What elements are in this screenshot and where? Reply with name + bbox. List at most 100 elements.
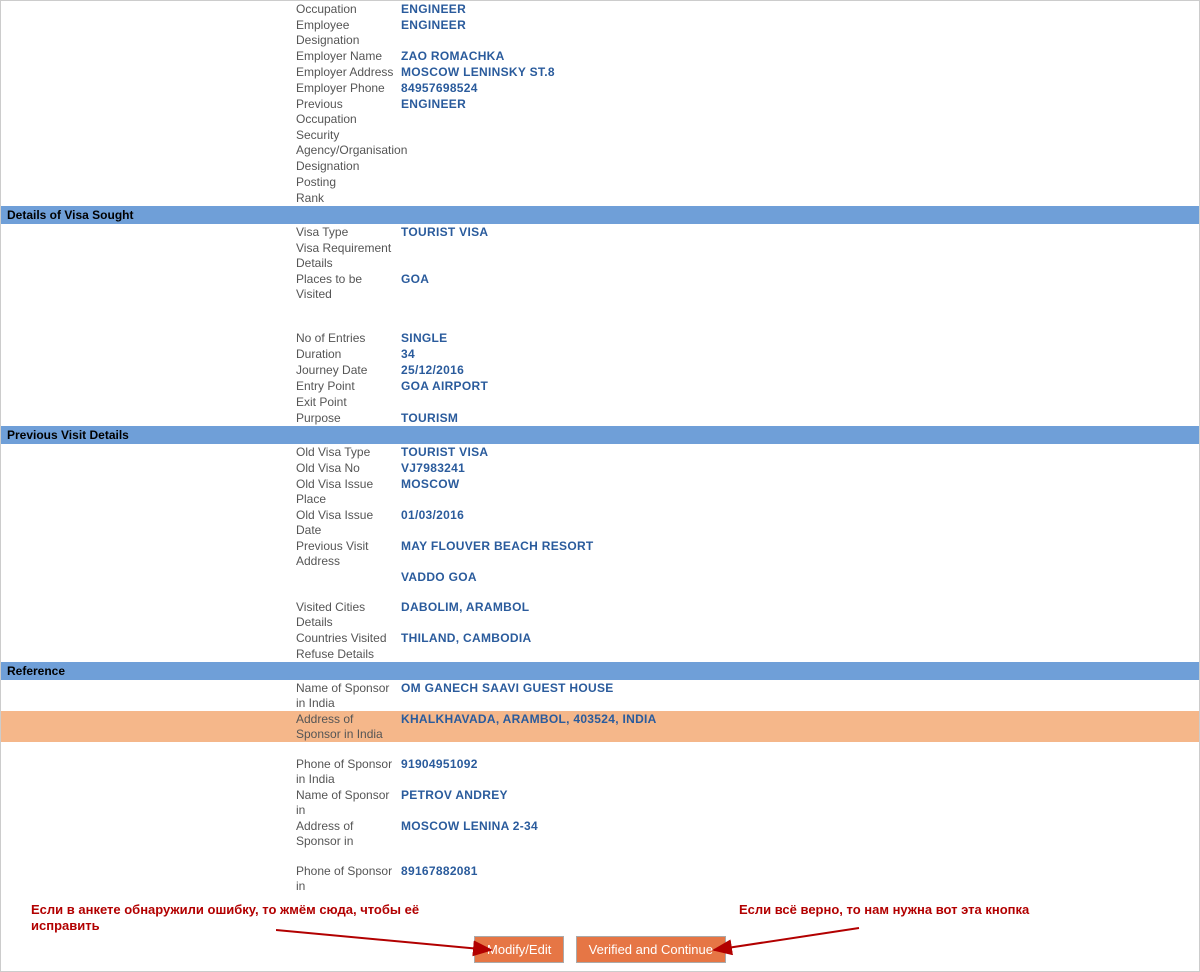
verified-continue-button[interactable]: Verified and Continue xyxy=(576,936,726,963)
field-label: Employer Name xyxy=(1,49,401,64)
field-label xyxy=(1,570,401,585)
form-row: Old Visa NoVJ7983241 xyxy=(1,460,1199,476)
field-value: KHALKHAVADA, ARAMBOL, 403524, INDIA xyxy=(401,712,657,742)
modify-edit-button[interactable]: Modify/Edit xyxy=(474,936,564,963)
field-value: 91904951092 xyxy=(401,757,478,787)
field-label: Visa Requirement Details xyxy=(1,241,401,271)
field-label: Journey Date xyxy=(1,363,401,378)
form-row: Duration34 xyxy=(1,346,1199,362)
field-label: Employer Phone xyxy=(1,81,401,96)
field-value: MOSCOW LENINA 2-34 xyxy=(401,819,538,849)
field-label: Visited Cities Details xyxy=(1,600,401,630)
field-label: Old Visa No xyxy=(1,461,401,476)
field-value: 01/03/2016 xyxy=(401,508,464,538)
field-label: Address of Sponsor in xyxy=(1,819,401,849)
field-label: Phone of Sponsor in xyxy=(1,864,401,894)
form-row: Visa Requirement Details xyxy=(1,240,1199,271)
field-label: Visa Type xyxy=(1,225,401,240)
form-row: Name of Sponsor inPETROV ANDREY xyxy=(1,787,1199,818)
field-value: 34 xyxy=(401,347,415,362)
previous-block-1: Old Visa TypeTOURIST VISAOld Visa NoVJ79… xyxy=(1,444,1199,585)
field-value: 89167882081 xyxy=(401,864,478,894)
form-row: Address of Sponsor inMOSCOW LENINA 2-34 xyxy=(1,818,1199,849)
field-value: VJ7983241 xyxy=(401,461,465,476)
button-row: Если в анкете обнаружили ошибку, то жмём… xyxy=(1,932,1199,971)
reference-block-3: Phone of Sponsor in89167882081 xyxy=(1,863,1199,894)
form-row: OccupationENGINEER xyxy=(1,1,1199,17)
form-row: Old Visa Issue Date01/03/2016 xyxy=(1,507,1199,538)
field-label: Posting xyxy=(1,175,401,190)
field-value: MOSCOW LENINSKY ST.8 xyxy=(401,65,555,80)
form-row: Visited Cities DetailsDABOLIM, ARAMBOL xyxy=(1,599,1199,630)
form-row: Exit Point xyxy=(1,394,1199,410)
form-row: Phone of Sponsor in89167882081 xyxy=(1,863,1199,894)
field-value: TOURISM xyxy=(401,411,458,426)
form-row: Entry PointGOA AIRPORT xyxy=(1,378,1199,394)
form-row: Employer AddressMOSCOW LENINSKY ST.8 xyxy=(1,64,1199,80)
field-value: ENGINEER xyxy=(401,2,466,17)
form-row: VADDO GOA xyxy=(1,569,1199,585)
field-label: Purpose xyxy=(1,411,401,426)
section-header-previous: Previous Visit Details xyxy=(1,426,1199,444)
form-row: Designation xyxy=(1,158,1199,174)
field-value: 84957698524 xyxy=(401,81,478,96)
field-value: TOURIST VISA xyxy=(401,445,488,460)
form-row: Employer NameZAO ROMACHKA xyxy=(1,48,1199,64)
visa-block-2: No of EntriesSINGLEDuration34Journey Dat… xyxy=(1,330,1199,426)
field-value: SINGLE xyxy=(401,331,447,346)
form-row: Rank xyxy=(1,190,1199,206)
field-value: THILAND, CAMBODIA xyxy=(401,631,531,646)
field-label: Phone of Sponsor in India xyxy=(1,757,401,787)
visa-block-1: Visa TypeTOURIST VISAVisa Requirement De… xyxy=(1,224,1199,302)
annotation-left: Если в анкете обнаружили ошибку, то жмём… xyxy=(31,902,451,934)
field-value: 25/12/2016 xyxy=(401,363,464,378)
form-row: Address of Sponsor in IndiaKHALKHAVADA, … xyxy=(1,711,1199,742)
field-label: Refuse Details xyxy=(1,647,401,662)
field-label: Old Visa Issue Date xyxy=(1,508,401,538)
form-row: No of EntriesSINGLE xyxy=(1,330,1199,346)
field-label: Duration xyxy=(1,347,401,362)
field-label: Designation xyxy=(1,159,401,174)
reference-block-1: Name of Sponsor in IndiaOM GANECH SAAVI … xyxy=(1,680,1199,742)
field-value: DABOLIM, ARAMBOL xyxy=(401,600,529,630)
field-value: GOA xyxy=(401,272,429,302)
form-row: Employer Phone84957698524 xyxy=(1,80,1199,96)
field-label: Name of Sponsor in India xyxy=(1,681,401,711)
field-label: Countries Visited xyxy=(1,631,401,646)
field-label: Employee Designation xyxy=(1,18,401,48)
section-header-visa: Details of Visa Sought xyxy=(1,206,1199,224)
field-value: ENGINEER xyxy=(401,18,466,48)
form-row: Posting xyxy=(1,174,1199,190)
field-value: VADDO GOA xyxy=(401,570,477,585)
field-label: Name of Sponsor in xyxy=(1,788,401,818)
form-row: Places to be VisitedGOA xyxy=(1,271,1199,302)
form-row: Security Agency/Organisation xyxy=(1,127,1199,158)
field-label: Entry Point xyxy=(1,379,401,394)
field-label: Places to be Visited xyxy=(1,272,401,302)
form-row: Old Visa TypeTOURIST VISA xyxy=(1,444,1199,460)
field-label: Previous Occupation xyxy=(1,97,401,127)
field-label: Employer Address xyxy=(1,65,401,80)
form-row: Previous OccupationENGINEER xyxy=(1,96,1199,127)
form-row: Journey Date25/12/2016 xyxy=(1,362,1199,378)
annotation-right: Если всё верно, то нам нужна вот эта кно… xyxy=(739,902,1089,918)
form-row: Employee DesignationENGINEER xyxy=(1,17,1199,48)
field-value: MAY FLOUVER BEACH RESORT xyxy=(401,539,594,569)
field-label: Previous Visit Address xyxy=(1,539,401,569)
field-label: Exit Point xyxy=(1,395,401,410)
form-row: Phone of Sponsor in India91904951092 xyxy=(1,756,1199,787)
form-row: PurposeTOURISM xyxy=(1,410,1199,426)
reference-block-2: Phone of Sponsor in India91904951092Name… xyxy=(1,756,1199,849)
form-row: Visa TypeTOURIST VISA xyxy=(1,224,1199,240)
form-row: Refuse Details xyxy=(1,646,1199,662)
previous-block-2: Visited Cities DetailsDABOLIM, ARAMBOLCo… xyxy=(1,599,1199,662)
field-value: GOA AIRPORT xyxy=(401,379,488,394)
form-row: Name of Sponsor in IndiaOM GANECH SAAVI … xyxy=(1,680,1199,711)
field-label: Occupation xyxy=(1,2,401,17)
employment-block: OccupationENGINEEREmployee DesignationEN… xyxy=(1,1,1199,206)
form-row: Old Visa Issue PlaceMOSCOW xyxy=(1,476,1199,507)
field-label: Old Visa Type xyxy=(1,445,401,460)
field-label: Address of Sponsor in India xyxy=(1,712,401,742)
section-header-reference: Reference xyxy=(1,662,1199,680)
field-label: Rank xyxy=(1,191,401,206)
